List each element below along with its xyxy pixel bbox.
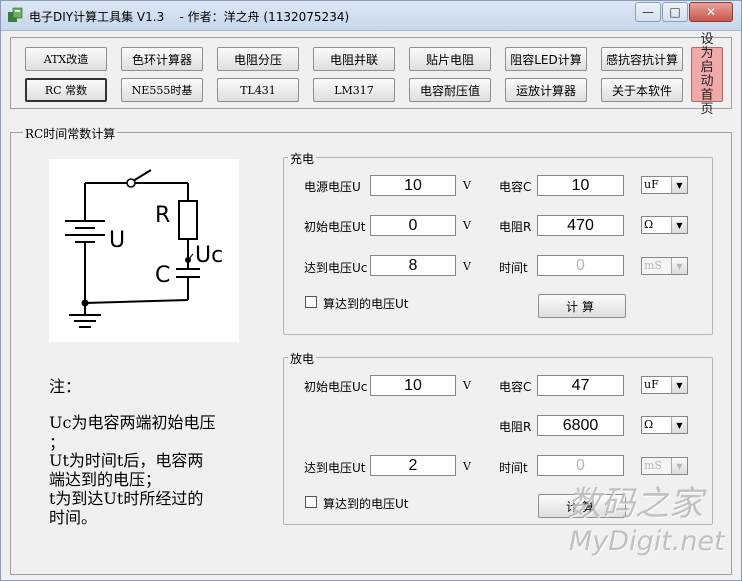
initial-voltage-label: 初始电压Ut: [304, 220, 366, 234]
dropdown-arrow-icon: ▼: [671, 458, 687, 474]
charge-capacitance-input[interactable]: 10: [537, 175, 624, 196]
discharge-capacitance-input[interactable]: 47: [537, 375, 624, 396]
volt-unit: V: [463, 219, 471, 232]
discharge-capacitance-label: 电容C: [499, 380, 532, 394]
nav-lm317-button[interactable]: LM317: [313, 78, 395, 102]
discharge-calc-ut-label: 算达到的电压Ut: [323, 497, 409, 511]
volt-unit: V: [463, 379, 471, 392]
close-icon: ✕: [705, 5, 717, 19]
charge-initial-voltage-input[interactable]: 0: [370, 215, 456, 236]
nav-opamp-button[interactable]: 运放计算器: [505, 78, 587, 102]
nav-about-button[interactable]: 关于本软件: [601, 78, 683, 102]
rc-circuit-diagram: R U Uc C: [49, 159, 239, 342]
app-icon: [8, 7, 23, 22]
charge-resistance-unit-select[interactable]: Ω ▼: [641, 216, 688, 234]
title-bar: 电子DIY计算工具集 V1.3 - 作者：洋之舟 (1132075234) — …: [1, 1, 741, 31]
nav-tl431-button[interactable]: TL431: [217, 78, 299, 102]
voltage-source-label: U: [109, 228, 125, 253]
section-title: RC时间常数计算: [23, 125, 118, 142]
resistor-label: R: [155, 203, 170, 228]
dropdown-arrow-icon[interactable]: ▼: [671, 217, 687, 233]
time-unit-value: mS: [644, 259, 662, 272]
target-voltage-label: 达到电压Uc: [304, 261, 368, 275]
nav-rc-button[interactable]: RC 常数: [25, 78, 107, 102]
capacitor-voltage-label: Uc: [195, 243, 223, 268]
supply-voltage-input[interactable]: 10: [370, 175, 456, 196]
nav-parallel-button[interactable]: 电阻并联: [313, 47, 395, 71]
nav-divider-button[interactable]: 电阻分压: [217, 47, 299, 71]
volt-unit: V: [463, 460, 471, 473]
time-label: 时间t: [499, 261, 528, 275]
charge-calculate-button[interactable]: 计算: [538, 294, 626, 318]
note-line: Uc为电容两端初始电压: [49, 413, 216, 432]
minimize-icon: —: [642, 5, 654, 19]
resistance-unit-value: Ω: [644, 418, 654, 431]
time-unit-value: mS: [644, 459, 662, 472]
capacitance-label: 电容C: [499, 180, 532, 194]
nav-cap-voltage-button[interactable]: 电容耐压值: [409, 78, 491, 102]
discharge-initial-voltage-input[interactable]: 10: [370, 375, 456, 396]
capacitance-unit-value: uF: [644, 178, 659, 191]
nav-color-ring-button[interactable]: 色环计算器: [121, 47, 203, 71]
supply-voltage-label: 电源电压U: [304, 180, 361, 194]
dropdown-arrow-icon[interactable]: ▼: [671, 377, 687, 393]
resistance-label: 电阻R: [499, 220, 532, 234]
nav-smd-button[interactable]: 贴片电阻: [409, 47, 491, 71]
discharge-resistance-unit-select[interactable]: Ω ▼: [641, 416, 688, 434]
note-line: ；: [49, 433, 66, 452]
charge-time-unit-select: mS ▼: [641, 257, 688, 275]
nav-led-button[interactable]: 阻容LED计算: [505, 47, 587, 71]
charge-time-output: 0: [537, 255, 624, 276]
charge-legend: 充电: [288, 150, 317, 167]
discharge-target-voltage-label: 达到电压Ut: [304, 461, 366, 475]
nav-atx-button[interactable]: ATX改造: [25, 47, 107, 71]
capacitance-unit-value: uF: [644, 378, 659, 391]
window-title: 电子DIY计算工具集 V1.3 - 作者：洋之舟 (1132075234): [29, 10, 350, 24]
discharge-resistance-label: 电阻R: [499, 420, 532, 434]
discharge-time-output: 0: [537, 455, 624, 476]
note-line: t为到达Ut时所经过的: [49, 489, 204, 508]
set-startup-button[interactable]: 设为启动首页: [691, 32, 723, 116]
watermark-logo-cn: 数码之家: [567, 484, 703, 524]
note-line: Ut为时间t后，电容两: [49, 451, 204, 470]
charge-calc-ut-checkbox[interactable]: [305, 296, 317, 308]
close-button[interactable]: ✕: [689, 2, 733, 22]
dropdown-arrow-icon: ▼: [671, 258, 687, 274]
note-line: 端达到的电压；: [49, 470, 162, 489]
maximize-button[interactable]: □: [662, 2, 688, 22]
discharge-legend: 放电: [288, 350, 317, 367]
note-heading: 注：: [49, 377, 82, 396]
resistance-unit-value: Ω: [644, 218, 654, 231]
dropdown-arrow-icon[interactable]: ▼: [671, 417, 687, 433]
minimize-button[interactable]: —: [635, 2, 661, 22]
dropdown-arrow-icon[interactable]: ▼: [671, 177, 687, 193]
watermark-logo-en: MyDigit.net: [569, 526, 725, 557]
app-window: 电子DIY计算工具集 V1.3 - 作者：洋之舟 (1132075234) — …: [0, 0, 742, 581]
discharge-target-voltage-input[interactable]: 2: [370, 455, 456, 476]
capacitor-label: C: [155, 263, 170, 288]
nav-reactance-button[interactable]: 感抗容抗计算: [601, 47, 683, 71]
discharge-resistance-input[interactable]: 6800: [537, 415, 624, 436]
maximize-icon: □: [669, 5, 681, 19]
charge-resistance-input[interactable]: 470: [537, 215, 624, 236]
charge-target-voltage-input[interactable]: 8: [370, 255, 456, 276]
note-line: 时间。: [49, 508, 98, 527]
volt-unit: V: [463, 260, 471, 273]
circuit-diagram-svg: R U Uc C: [65, 169, 223, 328]
volt-unit: V: [463, 179, 471, 192]
nav-ne555-button[interactable]: NE555时基: [121, 78, 203, 102]
charge-capacitance-unit-select[interactable]: uF ▼: [641, 176, 688, 194]
discharge-initial-voltage-label: 初始电压Uc: [304, 380, 368, 394]
discharge-time-label: 时间t: [499, 461, 528, 475]
discharge-capacitance-unit-select[interactable]: uF ▼: [641, 376, 688, 394]
charge-calc-ut-label: 算达到的电压Ut: [323, 297, 409, 311]
discharge-calc-ut-checkbox[interactable]: [305, 496, 317, 508]
discharge-time-unit-select: mS ▼: [641, 457, 688, 475]
